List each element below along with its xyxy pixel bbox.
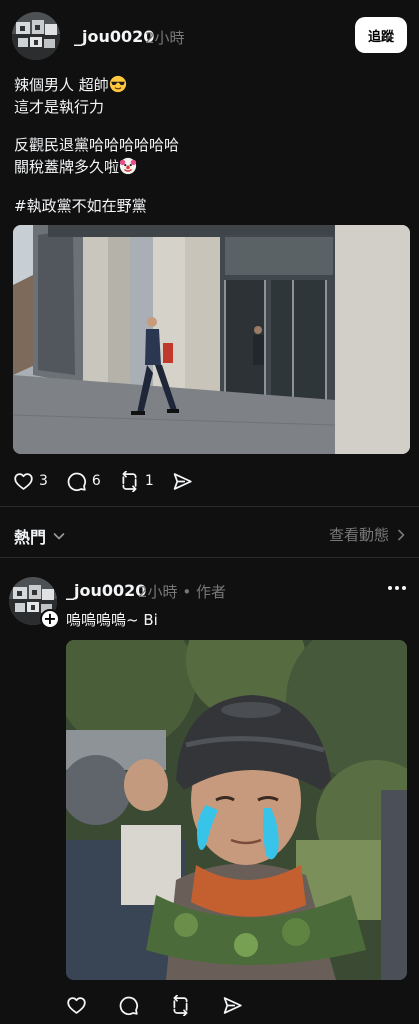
- view-activity-link[interactable]: 查看動態: [329, 524, 407, 545]
- avatar-image: [12, 12, 60, 60]
- plus-icon: +: [43, 609, 57, 628]
- comment-button[interactable]: [118, 995, 144, 1016]
- post-text-segment: 關稅蓋牌多久啦: [14, 158, 120, 176]
- chevron-right-icon: [398, 529, 405, 540]
- post-time-author: 2小時 • 作者: [138, 581, 226, 602]
- like-count: 3: [39, 473, 48, 489]
- author-tag: • 作者: [182, 583, 226, 601]
- comment-button[interactable]: 6: [66, 471, 101, 492]
- follow-plus-button[interactable]: +: [40, 609, 60, 629]
- post-text-line: 辣個男人 超帥: [14, 74, 127, 96]
- sunglasses-emoji-icon: [109, 75, 126, 93]
- like-button[interactable]: [66, 995, 92, 1016]
- share-icon: [223, 996, 242, 1014]
- username[interactable]: _jou0020: [74, 27, 154, 46]
- repost-icon: [122, 470, 137, 492]
- repost-count: 1: [144, 473, 154, 489]
- more-options-button[interactable]: [385, 578, 409, 598]
- comment-count: 6: [91, 473, 101, 489]
- feed-sort-dropdown[interactable]: 熱門: [14, 524, 66, 548]
- clown-emoji-icon: [119, 157, 137, 175]
- heart-icon: [14, 472, 33, 490]
- feed-sort-label: 熱門: [14, 528, 47, 547]
- like-button[interactable]: 3: [13, 471, 48, 492]
- more-icon: [388, 586, 406, 590]
- share-button[interactable]: [222, 995, 248, 1016]
- comment-icon: [119, 996, 139, 1015]
- post-time: 2小時: [138, 583, 178, 601]
- post-actions: 3 6 1: [13, 469, 216, 493]
- post-image[interactable]: [13, 225, 410, 454]
- repost-icon: [173, 994, 188, 1016]
- post-time: 2小時: [145, 29, 185, 47]
- share-icon: [173, 472, 192, 490]
- post-text-line: 反觀民退黨哈哈哈哈哈哈: [14, 136, 180, 154]
- comment-icon: [67, 472, 86, 491]
- follow-button[interactable]: 追蹤: [355, 17, 407, 53]
- post-actions: [66, 993, 266, 1017]
- post-text-line: 關稅蓋牌多久啦: [14, 156, 137, 178]
- threads-feed: _jou0020 2小時 追蹤 辣個男人 超帥 這才是執行力 反觀民退黨哈哈哈哈…: [0, 0, 419, 1024]
- helmet-crowd-photo: [66, 640, 407, 980]
- view-activity-label: 查看動態: [328, 526, 389, 544]
- hashtag-link[interactable]: #執政黨不如在野黨: [14, 195, 147, 217]
- share-button[interactable]: [172, 471, 198, 492]
- repost-button[interactable]: [170, 994, 196, 1016]
- avatar[interactable]: [12, 12, 60, 60]
- office-building-photo: [13, 225, 410, 454]
- post-image[interactable]: [66, 640, 407, 980]
- chevron-down-icon: [53, 533, 65, 540]
- repost-button[interactable]: 1: [119, 470, 154, 492]
- post-text-line: 這才是執行力: [14, 98, 105, 116]
- post-text-line: 嗚嗚嗚嗚~ Bi: [66, 611, 158, 629]
- divider: [0, 557, 419, 558]
- username[interactable]: _jou0020: [66, 581, 146, 600]
- heart-icon: [67, 996, 86, 1014]
- divider: [0, 506, 419, 507]
- post-text-segment: 辣個男人 超帥: [14, 76, 109, 94]
